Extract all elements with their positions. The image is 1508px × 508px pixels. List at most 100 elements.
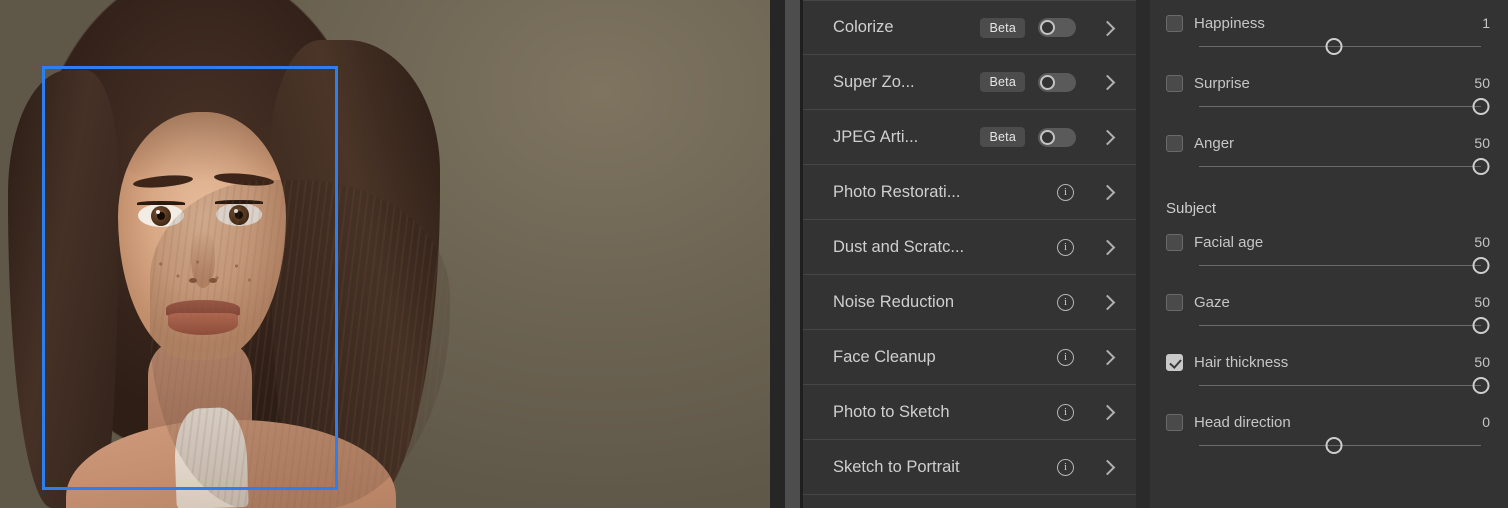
chevron-right-icon[interactable] xyxy=(1100,75,1114,89)
property-label: Gaze xyxy=(1194,293,1230,311)
property-value: 1 xyxy=(1482,15,1490,31)
effect-row[interactable]: JPEG Arti... Beta xyxy=(803,110,1136,165)
slider-thumb[interactable] xyxy=(1472,257,1490,274)
property-slider[interactable] xyxy=(1199,154,1490,180)
property-slider-row: Head direction 0 xyxy=(1166,399,1490,459)
eyelash-left xyxy=(137,201,185,205)
property-checkbox[interactable] xyxy=(1166,74,1183,92)
effect-row[interactable]: Noise Reduction i xyxy=(803,275,1136,330)
properties-panel: Happiness 1 Surprise 50 Anger 50 Subject Facial… xyxy=(1150,0,1508,508)
property-slider-row: Gaze 50 xyxy=(1166,279,1490,339)
effect-label: Face Cleanup xyxy=(833,347,936,366)
beta-badge: Beta xyxy=(980,72,1025,92)
info-icon[interactable]: i xyxy=(1057,238,1074,256)
effect-row[interactable]: Colorize Beta xyxy=(803,0,1136,55)
section-title: Subject xyxy=(1166,200,1217,217)
property-slider[interactable] xyxy=(1199,313,1490,339)
effect-row[interactable]: Dust and Scratc... i xyxy=(803,220,1136,275)
property-slider[interactable] xyxy=(1199,34,1481,60)
effect-row[interactable]: Photo Restorati... i xyxy=(803,165,1136,220)
beta-badge: Beta xyxy=(980,17,1025,38)
property-slider[interactable] xyxy=(1199,373,1490,399)
effect-label: Dust and Scratc... xyxy=(833,237,965,256)
beta-badge: Beta xyxy=(980,127,1025,147)
hair-strand-texture xyxy=(150,180,450,508)
effect-label: Super Zo... xyxy=(833,72,915,91)
property-checkbox[interactable] xyxy=(1166,413,1183,431)
chevron-right-icon[interactable] xyxy=(1100,460,1114,474)
effect-row[interactable]: Sketch to Portrait i xyxy=(803,440,1136,495)
property-slider[interactable] xyxy=(1199,433,1481,459)
property-header: Facial age 50 xyxy=(1166,231,1490,253)
property-value: 50 xyxy=(1474,354,1490,370)
chevron-right-icon[interactable] xyxy=(1100,350,1114,364)
panel-gap xyxy=(1136,0,1150,508)
property-value: 50 xyxy=(1474,294,1490,310)
info-icon[interactable]: i xyxy=(1057,183,1074,201)
property-value: 50 xyxy=(1474,75,1490,91)
effects-panel: Colorize Beta Super Zo... Beta JPEG Arti... B… xyxy=(803,0,1136,508)
image-canvas[interactable] xyxy=(0,0,770,508)
chevron-right-icon[interactable] xyxy=(1100,185,1114,199)
property-label: Hair thickness xyxy=(1194,353,1289,371)
chevron-right-icon[interactable] xyxy=(1100,21,1114,35)
property-slider[interactable] xyxy=(1199,253,1490,279)
effect-label: Photo to Sketch xyxy=(833,402,950,421)
property-label: Facial age xyxy=(1194,233,1264,251)
chevron-right-icon[interactable] xyxy=(1100,295,1114,309)
application-window: Colorize Beta Super Zo... Beta JPEG Arti... B… xyxy=(0,0,1508,508)
property-label: Surprise xyxy=(1194,74,1250,92)
property-checkbox[interactable] xyxy=(1166,293,1183,311)
effect-toggle-switch[interactable] xyxy=(1038,127,1076,147)
effect-toggle-switch[interactable] xyxy=(1038,18,1076,37)
iris-left xyxy=(151,206,171,226)
effect-label: Colorize xyxy=(833,18,894,36)
effect-row[interactable]: Super Zo... Beta xyxy=(803,55,1136,110)
chevron-right-icon[interactable] xyxy=(1100,130,1114,144)
property-header: Head direction 0 xyxy=(1166,411,1490,433)
info-icon[interactable]: i xyxy=(1057,458,1074,476)
property-value: 50 xyxy=(1474,135,1490,151)
info-icon[interactable]: i xyxy=(1057,293,1074,311)
property-slider-row: Hair thickness 50 xyxy=(1166,339,1490,399)
eye-glint-left xyxy=(156,210,160,214)
slider-track xyxy=(1199,106,1481,107)
info-icon[interactable]: i xyxy=(1057,348,1074,366)
effect-row[interactable]: Photo to Sketch i xyxy=(803,385,1136,440)
slider-track xyxy=(1199,385,1481,386)
property-slider-row: Facial age 50 xyxy=(1166,219,1490,279)
slider-track xyxy=(1199,265,1481,266)
property-header: Gaze 50 xyxy=(1166,291,1490,313)
slider-thumb[interactable] xyxy=(1472,98,1490,115)
property-header: Hair thickness 50 xyxy=(1166,351,1490,373)
property-label: Happiness xyxy=(1194,14,1265,32)
property-header: Happiness 1 xyxy=(1166,12,1490,34)
property-checkbox[interactable] xyxy=(1166,14,1183,32)
slider-thumb[interactable] xyxy=(1472,317,1490,334)
effect-label: Noise Reduction xyxy=(833,292,955,311)
effect-toggle-switch[interactable] xyxy=(1038,72,1076,92)
property-value: 0 xyxy=(1482,414,1490,430)
effect-label: Photo Restorati... xyxy=(833,182,961,201)
slider-thumb[interactable] xyxy=(1325,437,1343,454)
property-checkbox[interactable] xyxy=(1166,353,1183,371)
property-label: Anger xyxy=(1194,134,1235,152)
slider-thumb[interactable] xyxy=(1472,377,1490,394)
chevron-right-icon[interactable] xyxy=(1100,405,1114,419)
property-checkbox[interactable] xyxy=(1166,233,1183,251)
hair-left-strand xyxy=(8,70,118,508)
property-header: Anger 50 xyxy=(1166,132,1490,154)
chevron-right-icon[interactable] xyxy=(1100,240,1114,254)
property-checkbox[interactable] xyxy=(1166,134,1183,152)
slider-thumb[interactable] xyxy=(1472,158,1490,175)
property-slider-row: Anger 50 xyxy=(1166,120,1490,180)
canvas-vertical-scrollbar[interactable] xyxy=(785,0,800,508)
slider-thumb[interactable] xyxy=(1325,38,1343,55)
effect-row[interactable]: Face Cleanup i xyxy=(803,330,1136,385)
info-icon[interactable]: i xyxy=(1057,403,1074,421)
property-slider[interactable] xyxy=(1199,94,1490,120)
property-label: Head direction xyxy=(1194,413,1291,431)
effect-row[interactable]: Pencil Artworki xyxy=(803,495,1136,508)
property-slider-row: Happiness 1 xyxy=(1166,0,1490,60)
canvas-gutter xyxy=(770,0,785,508)
